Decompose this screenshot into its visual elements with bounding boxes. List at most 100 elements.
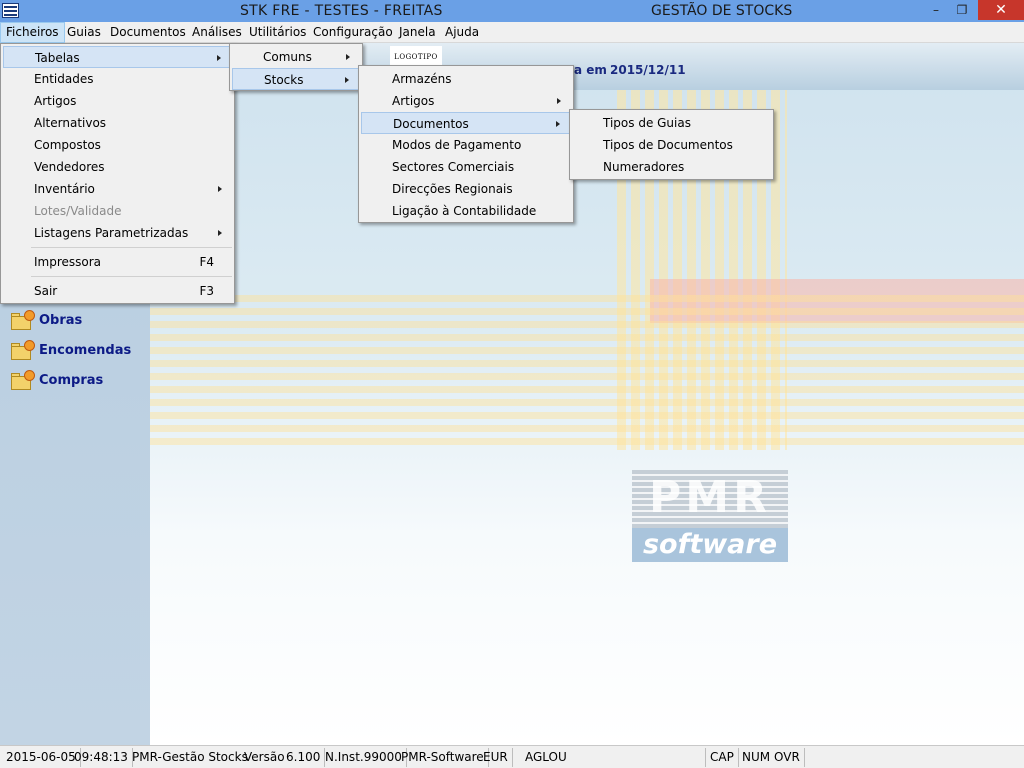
menu-documentos[interactable]: Documentos: [105, 22, 191, 43]
status-time: 09:48:13: [70, 748, 133, 767]
ficheiros-menu: Tabelas Entidades Artigos Alternativos C…: [0, 43, 235, 304]
app-icon[interactable]: [2, 3, 19, 18]
menu-item-label: Compostos: [34, 138, 101, 152]
status-installation: N.Inst.99000: [321, 748, 407, 767]
menu-item-label: Sair: [34, 284, 58, 298]
status-bar: 2015-06-05 09:48:13 PMR-Gestão Stocks Ve…: [0, 745, 1024, 768]
menu-item-tabelas[interactable]: Tabelas: [3, 46, 232, 68]
menu-item-compostos[interactable]: Compostos: [3, 134, 232, 156]
submenu-arrow-icon: [557, 98, 561, 104]
menu-item-artigos[interactable]: Artigos: [3, 90, 232, 112]
menu-item-label: Numeradores: [603, 160, 685, 174]
nav-label: Obras: [39, 313, 83, 328]
title-bar: STK FRE - TESTES - FREITAS GESTÃO DE STO…: [0, 0, 1024, 22]
close-button[interactable]: ✕: [978, 0, 1024, 20]
menu-item-vendedores[interactable]: Vendedores: [3, 156, 232, 178]
menu-item-modos-pagamento[interactable]: Modos de Pagamento: [361, 134, 571, 156]
menu-item-impressora[interactable]: Impressora F4: [3, 251, 232, 273]
status-vendor: PMR-Software: [397, 748, 489, 767]
menu-item-comuns[interactable]: Comuns: [232, 46, 360, 68]
submenu-arrow-icon: [218, 186, 222, 192]
menu-item-label: Impressora: [34, 255, 102, 269]
menu-utilitarios[interactable]: Utilitários: [244, 22, 311, 43]
menu-item-label: Inventário: [34, 182, 95, 196]
minimize-button[interactable]: –: [922, 0, 950, 20]
decorative-stripes-horizontal: [150, 295, 1024, 445]
menu-bar: Ficheiros Guias Documentos Análises Util…: [0, 22, 1024, 43]
menu-item-armazens[interactable]: Armazéns: [361, 68, 571, 90]
folder-icon: [10, 370, 36, 390]
menu-item-label: Armazéns: [392, 72, 452, 86]
submenu-arrow-icon: [345, 77, 349, 83]
menu-item-label: Tipos de Documentos: [603, 138, 733, 152]
menu-item-inventario[interactable]: Inventário: [3, 178, 232, 200]
logo-software-text: software: [632, 528, 788, 562]
menu-item-ligacao-contabilidade[interactable]: Ligação à Contabilidade: [361, 200, 571, 222]
menu-item-label: Listagens Parametrizadas: [34, 226, 189, 240]
menu-item-numeradores[interactable]: Numeradores: [572, 156, 771, 178]
menu-ficheiros[interactable]: Ficheiros: [0, 22, 65, 43]
menu-item-label: Documentos: [393, 117, 469, 131]
menu-item-label: Artigos: [34, 94, 77, 108]
menu-item-sectores-comerciais[interactable]: Sectores Comerciais: [361, 156, 571, 178]
menu-separator: [31, 276, 232, 277]
submenu-arrow-icon: [556, 121, 560, 127]
menu-item-tipos-documentos[interactable]: Tipos de Documentos: [572, 134, 771, 156]
folder-icon: [10, 340, 36, 360]
nav-label: Compras: [39, 373, 104, 388]
menu-item-alternativos[interactable]: Alternativos: [3, 112, 232, 134]
status-ovr: OVR: [770, 748, 805, 767]
status-currency: EUR: [479, 748, 513, 767]
menu-janela[interactable]: Janela: [394, 22, 441, 43]
pmr-software-logo: PMR software: [632, 470, 788, 562]
menu-analises[interactable]: Análises: [187, 22, 247, 43]
nav-label: Encomendas: [39, 343, 132, 358]
menu-item-label: Lotes/Validade: [34, 204, 122, 218]
stocks-submenu: Armazéns Artigos Documentos Modos de Pag…: [358, 65, 574, 223]
menu-configuracao[interactable]: Configuração: [308, 22, 398, 43]
menu-item-tipos-guias[interactable]: Tipos de Guias: [572, 112, 771, 134]
menu-item-label: Ligação à Contabilidade: [392, 204, 537, 218]
window-title: STK FRE - TESTES - FREITAS: [240, 3, 443, 19]
menu-item-label: Alternativos: [34, 116, 107, 130]
menu-shortcut: F3: [199, 284, 214, 298]
menu-item-artigos-stock[interactable]: Artigos: [361, 90, 571, 112]
menu-item-label: Direcções Regionais: [392, 182, 513, 196]
menu-item-label: Modos de Pagamento: [392, 138, 522, 152]
menu-item-label: Comuns: [263, 50, 312, 64]
date-value: 2015/12/11: [610, 63, 686, 77]
logo-pmr-text: PMR: [649, 472, 771, 523]
menu-item-label: Tabelas: [35, 51, 80, 65]
menu-item-label: Tipos de Guias: [603, 116, 691, 130]
menu-item-label: Entidades: [34, 72, 94, 86]
date-label: a em: [574, 63, 607, 77]
status-app: PMR-Gestão Stocks: [132, 750, 248, 764]
menu-item-direccoes-regionais[interactable]: Direcções Regionais: [361, 178, 571, 200]
restore-button[interactable]: ❐: [948, 0, 976, 20]
documentos-submenu: Tipos de Guias Tipos de Documentos Numer…: [569, 109, 774, 180]
status-date: 2015-06-05: [2, 748, 81, 767]
menu-separator: [31, 247, 232, 248]
menu-item-lotes-validade: Lotes/Validade: [3, 200, 232, 222]
menu-item-label: Stocks: [264, 73, 304, 87]
menu-item-entidades[interactable]: Entidades: [3, 68, 232, 90]
menu-item-label: Vendedores: [34, 160, 105, 174]
status-caps: CAP: [706, 748, 739, 767]
menu-guias[interactable]: Guias: [62, 22, 106, 43]
status-version: 6.100: [282, 748, 326, 767]
menu-item-label: Artigos: [392, 94, 435, 108]
status-user: AGLOU: [521, 748, 706, 767]
submenu-arrow-icon: [218, 230, 222, 236]
menu-item-sair[interactable]: Sair F3: [3, 280, 232, 302]
menu-item-stocks[interactable]: Stocks: [232, 68, 360, 90]
status-num: NUM: [742, 750, 771, 764]
folder-icon: [10, 310, 36, 330]
menu-item-documentos[interactable]: Documentos: [361, 112, 571, 134]
menu-shortcut: F4: [199, 255, 214, 269]
submenu-arrow-icon: [217, 55, 221, 61]
menu-item-listagens[interactable]: Listagens Parametrizadas: [3, 222, 232, 244]
tabelas-submenu: Comuns Stocks: [229, 43, 363, 91]
menu-ajuda[interactable]: Ajuda: [440, 22, 484, 43]
module-title: GESTÃO DE STOCKS: [651, 3, 793, 19]
submenu-arrow-icon: [346, 54, 350, 60]
